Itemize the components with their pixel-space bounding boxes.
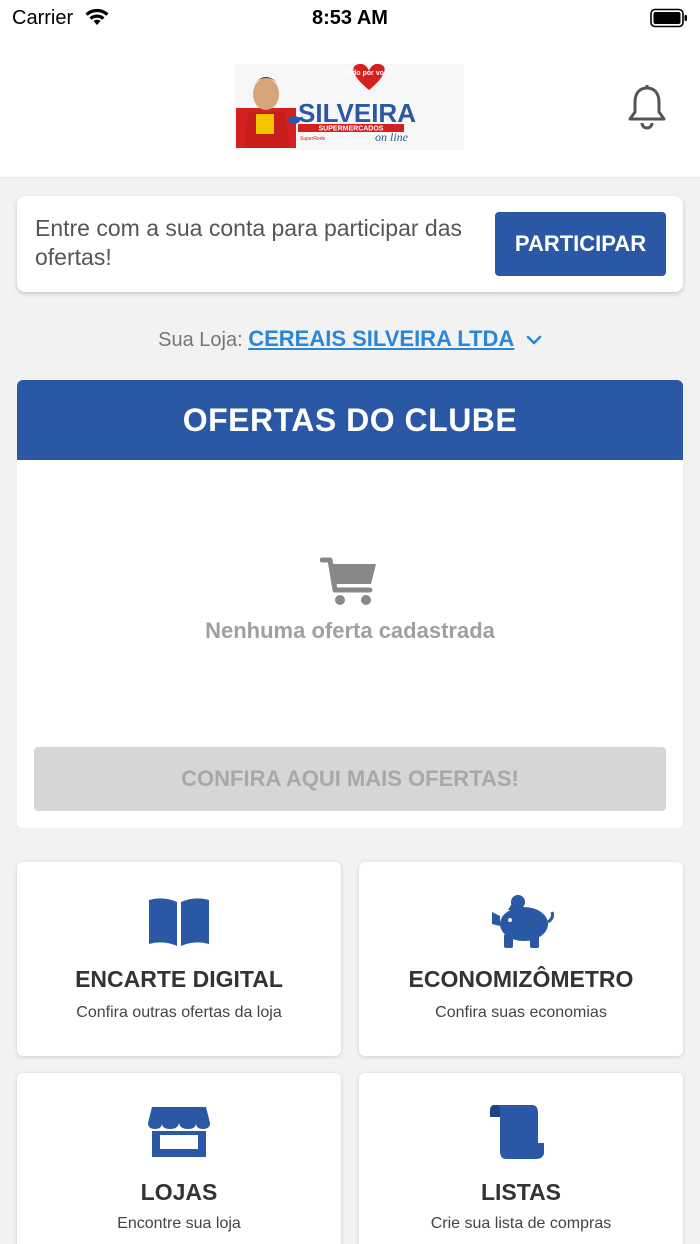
bell-icon[interactable]	[626, 84, 668, 135]
store-prefix: Sua Loja:	[158, 329, 243, 351]
logo-badge-text: Tudo por você!	[344, 70, 394, 77]
tile-lojas[interactable]: LOJAS Encontre sua loja	[17, 1073, 341, 1244]
tile-encarte-digital[interactable]: ENCARTE DIGITAL Confira outras ofertas d…	[17, 862, 341, 1056]
tile-title: ECONOMIZÔMETRO	[408, 966, 634, 992]
login-prompt: Entre com a sua conta para participar da…	[35, 215, 463, 270]
more-offers-button[interactable]: CONFIRA AQUI MAIS OFERTAS!	[34, 747, 666, 811]
tile-listas[interactable]: LISTAS Crie sua lista de compras	[359, 1073, 683, 1244]
participar-button[interactable]: PARTICIPAR	[495, 212, 666, 276]
login-card: Entre com a sua conta para participar da…	[17, 196, 683, 292]
scroll-icon	[359, 1103, 683, 1161]
silveira-logo: Tudo por você! SILVEIRA SUPERMERCADOS Su…	[234, 63, 464, 150]
store-name-link[interactable]: CEREAIS SILVEIRA LTDA	[248, 326, 514, 351]
clock: 8:53 AM	[312, 7, 388, 29]
tile-title: LOJAS	[140, 1179, 218, 1205]
tile-subtitle: Confira outras ofertas da loja	[76, 1004, 282, 1021]
app-header: Tudo por você! SILVEIRA SUPERMERCADOS Su…	[0, 40, 700, 178]
book-icon	[17, 896, 341, 948]
logo-tagline: SUPERMERCADOS	[319, 126, 384, 133]
logo-brand: SILVEIRA	[298, 98, 416, 128]
logo-online: on line	[375, 130, 409, 144]
tile-subtitle: Confira suas economias	[435, 1004, 607, 1021]
logo-network: SuperRede	[300, 136, 326, 142]
offers-title: OFERTAS DO CLUBE	[17, 380, 683, 460]
cart-icon	[319, 556, 380, 613]
battery-icon	[650, 8, 688, 33]
tile-subtitle: Encontre sua loja	[117, 1215, 241, 1232]
chevron-down-icon[interactable]	[526, 329, 542, 352]
store-icon	[17, 1105, 341, 1159]
tile-economizometro[interactable]: ECONOMIZÔMETRO Confira suas economias	[359, 862, 683, 1056]
store-selector[interactable]: Sua Loja: CEREAIS SILVEIRA LTDA	[0, 326, 700, 352]
club-offers-card: OFERTAS DO CLUBE Nenhuma oferta cadastra…	[17, 380, 683, 828]
tile-title: LISTAS	[480, 1179, 562, 1205]
tile-title: ENCARTE DIGITAL	[75, 966, 283, 992]
tile-subtitle: Crie sua lista de compras	[430, 1215, 612, 1232]
status-bar: Carrier 8:53 AM	[0, 0, 700, 40]
piggy-bank-icon	[359, 894, 683, 950]
empty-offers-message: Nenhuma oferta cadastrada	[205, 618, 495, 643]
